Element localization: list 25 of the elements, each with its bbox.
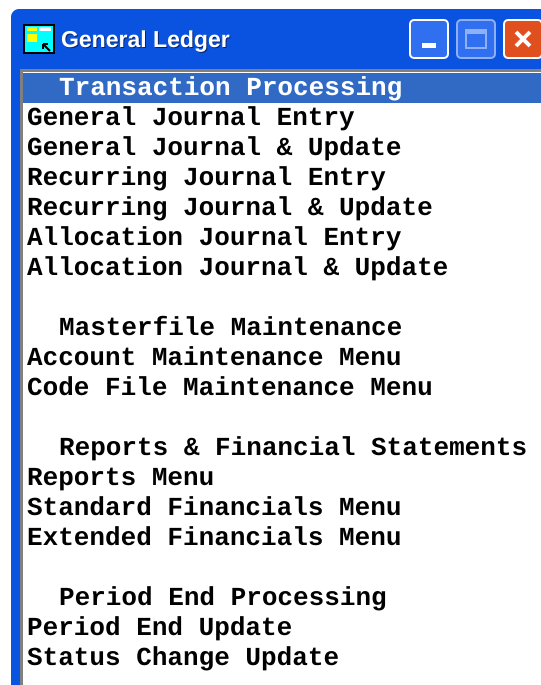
menu-item[interactable]: Period End Update	[23, 613, 292, 643]
section-heading[interactable]: Transaction Processing	[23, 73, 541, 103]
menu-item[interactable]: Recurring Journal & Update	[23, 193, 433, 223]
close-button[interactable]	[503, 19, 541, 59]
window-title: General Ledger	[61, 24, 230, 54]
section-heading[interactable]: Reports & Financial Statements	[23, 433, 541, 463]
maximize-button[interactable]	[456, 19, 496, 59]
menu-item[interactable]: Reports Menu	[23, 463, 214, 493]
menu-item[interactable]: Standard Financials Menu	[23, 493, 402, 523]
minimize-icon	[422, 43, 436, 48]
menu-item[interactable]: Recurring Journal Entry	[23, 163, 386, 193]
menu-item[interactable]: Extended Financials Menu	[23, 523, 402, 553]
menu-item[interactable]: Account Maintenance Menu	[23, 343, 402, 373]
menu-item[interactable]: Allocation Journal Entry	[23, 223, 402, 253]
close-icon	[513, 29, 533, 49]
section-heading[interactable]: Masterfile Maintenance	[23, 313, 541, 343]
menu-item[interactable]: General Journal Entry	[23, 103, 355, 133]
menu-item[interactable]: General Journal & Update	[23, 133, 402, 163]
menu-item[interactable]: Allocation Journal & Update	[23, 253, 448, 283]
menu-item[interactable]: Status Change Update	[23, 643, 340, 673]
app-window-icon	[23, 24, 55, 54]
menu-item[interactable]: Code File Maintenance Menu	[23, 373, 433, 403]
section-heading[interactable]: Period End Processing	[23, 583, 541, 613]
maximize-icon	[465, 29, 487, 49]
minimize-button[interactable]	[409, 19, 449, 59]
